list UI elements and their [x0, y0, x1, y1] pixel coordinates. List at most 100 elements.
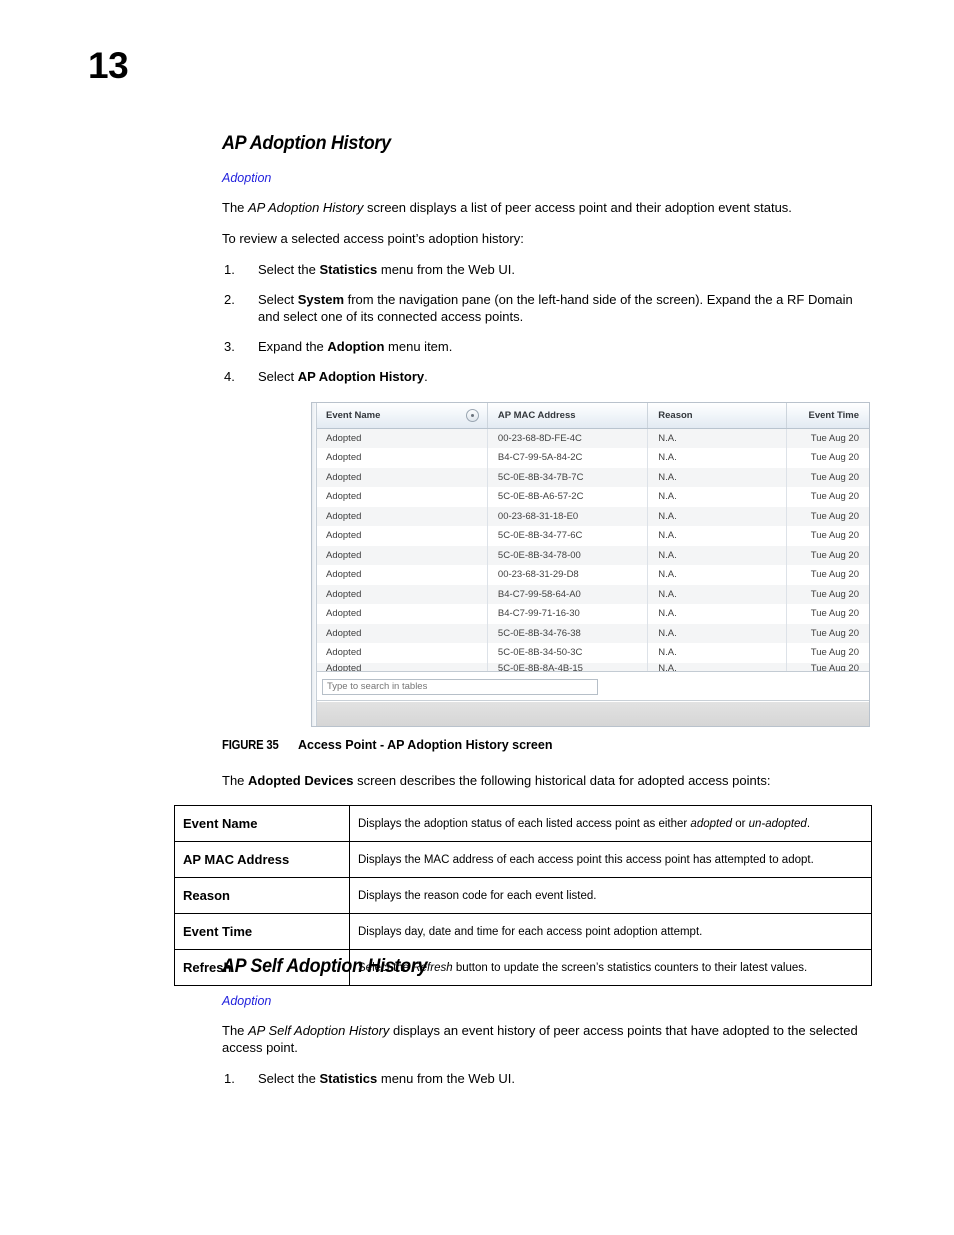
step-number: 1.	[224, 262, 235, 277]
subhead-link-adoption-secondary[interactable]: Adoption	[222, 994, 874, 1008]
cell-event-time: Tue Aug 20	[810, 647, 859, 659]
step-text-post: menu item.	[384, 339, 453, 354]
column-header-reason[interactable]: Reason	[647, 403, 787, 429]
cell-ap-mac-address: 5C-0E-8B-34-78-00	[487, 545, 649, 565]
table-row[interactable]: Adopted 5C-0E-8B-8A-4B-15 N.A. Tue Aug 2…	[316, 662, 869, 672]
desc-pre: Displays the MAC address of each access …	[358, 853, 814, 866]
cell-event-time: Tue Aug 20	[810, 627, 859, 639]
list-item: 4. Select AP Adoption History.	[222, 368, 874, 385]
cell-ap-mac-address: B4-C7-99-58-64-A0	[487, 584, 649, 604]
table-row[interactable]: Adopted 5C-0E-8B-34-7B-7C N.A. Tue Aug 2…	[316, 467, 869, 487]
intro-text-pre: The	[222, 200, 249, 215]
step-number: 1.	[224, 1071, 235, 1086]
step-text-post: from the navigation pane (on the left-ha…	[258, 292, 853, 324]
table-row[interactable]: Adopted 00-23-68-8D-FE-4C N.A. Tue Aug 2…	[316, 428, 869, 448]
cell-ap-mac-address: 5C-0E-8B-34-7B-7C	[487, 467, 649, 487]
adoption-history-table-viewport: Event Name AP MAC Address Reason Event T…	[316, 403, 869, 672]
cell-ap-mac-address: 5C-0E-8B-A6-57-2C	[487, 487, 649, 507]
table-row[interactable]: Adopted 5C-0E-8B-34-78-00 N.A. Tue Aug 2…	[316, 545, 869, 565]
table-row[interactable]: Adopted B4-C7-99-71-16-30 N.A. Tue Aug 2…	[316, 604, 869, 624]
list-item: 1. Select the Statistics menu from the We…	[222, 1070, 874, 1087]
table-search-row	[316, 672, 869, 701]
cell-event-time: Tue Aug 20	[810, 549, 859, 561]
description-intro-wrap: The Adopted Devices screen describes the…	[222, 772, 874, 803]
field-label: Event Name	[174, 805, 350, 842]
field-description: Displays the adoption status of each lis…	[349, 805, 872, 842]
cell-event-time: Tue Aug 20	[810, 452, 859, 464]
cell-event-time: Tue Aug 20	[810, 510, 859, 522]
desc-em-2: un-adopted	[748, 817, 807, 830]
cell-event-name: Adopted	[316, 643, 488, 663]
step-number: 4.	[224, 369, 235, 384]
table-row[interactable]: Adopted 5C-0E-8B-34-77-6C N.A. Tue Aug 2…	[316, 526, 869, 546]
cell-reason: N.A.	[647, 526, 787, 546]
cell-reason: N.A.	[647, 565, 787, 585]
cell-ap-mac-address: 5C-0E-8B-34-76-38	[487, 623, 649, 643]
cell-event-name: Adopted	[316, 584, 488, 604]
cell-event-name: Adopted	[316, 526, 488, 546]
desc-pre: Displays the reason code for each event …	[358, 889, 597, 902]
sort-circle-icon[interactable]	[465, 409, 479, 422]
intro-text-post: screen displays a list of peer access po…	[363, 200, 792, 215]
intro-text-pre: The	[222, 1023, 249, 1038]
table-row[interactable]: Adopted 00-23-68-31-29-D8 N.A. Tue Aug 2…	[316, 565, 869, 585]
cell-ap-mac-address: B4-C7-99-5A-84-2C	[487, 448, 649, 468]
step-text-bold: System	[297, 292, 344, 307]
panel-left-rail	[312, 403, 317, 726]
chapter-number: 13	[88, 45, 129, 86]
column-header-label: Event Name	[326, 410, 381, 421]
page-title: AP Adoption History	[222, 132, 391, 154]
cell-reason: N.A.	[647, 506, 787, 526]
table-row[interactable]: Adopted 5C-0E-8B-A6-57-2C N.A. Tue Aug 2…	[316, 487, 869, 507]
table-body: Adopted 00-23-68-8D-FE-4C N.A. Tue Aug 2…	[316, 428, 869, 672]
cell-event-name: Adopted	[316, 428, 488, 448]
adoption-history-table: Event Name AP MAC Address Reason Event T…	[316, 403, 869, 672]
field-label: AP MAC Address	[174, 841, 350, 878]
cell-reason: N.A.	[647, 662, 787, 671]
cell-event-name: Adopted	[316, 662, 488, 671]
step-text-post: .	[424, 369, 428, 384]
table-row[interactable]: Adopted B4-C7-99-5A-84-2C N.A. Tue Aug 2…	[316, 448, 869, 468]
figure-screenshot: Event Name AP MAC Address Reason Event T…	[311, 402, 870, 727]
column-header-ap-mac-address[interactable]: AP MAC Address	[487, 403, 649, 429]
cell-event-time: Tue Aug 20	[810, 530, 859, 542]
table-row[interactable]: Adopted 5C-0E-8B-34-50-3C N.A. Tue Aug 2…	[316, 643, 869, 663]
cell-event-name: Adopted	[316, 448, 488, 468]
field-description: Displays the MAC address of each access …	[349, 841, 872, 878]
intro-text-emphasis: AP Self Adoption History	[248, 1023, 390, 1038]
column-header-event-name[interactable]: Event Name	[316, 403, 488, 429]
table-row[interactable]: Adopted 5C-0E-8B-34-76-38 N.A. Tue Aug 2…	[316, 623, 869, 643]
column-header-event-time[interactable]: Event Time	[786, 403, 869, 429]
step-text-post: menu from the Web UI.	[377, 1071, 516, 1086]
steps-list-secondary: 1. Select the Statistics menu from the We…	[222, 1070, 874, 1087]
page-title-secondary: AP Self Adoption History	[222, 955, 428, 977]
table-header: Event Name AP MAC Address Reason Event T…	[316, 403, 869, 429]
field-description: Displays the reason code for each event …	[349, 877, 872, 914]
field-description: Displays day, date and time for each acc…	[349, 913, 872, 950]
cell-event-time: Tue Aug 20	[810, 471, 859, 483]
cell-event-time: Tue Aug 20	[810, 662, 859, 672]
desc-intro-bold: Adopted Devices	[248, 773, 354, 788]
step-text-post: menu from the Web UI.	[377, 262, 516, 277]
steps-list: 1. Select the Statistics menu from the We…	[222, 261, 874, 385]
cell-event-time: Tue Aug 20	[810, 588, 859, 600]
step-text-pre: Select	[258, 369, 298, 384]
search-input[interactable]	[322, 678, 598, 695]
subhead-link-adoption[interactable]: Adoption	[222, 171, 874, 185]
desc-post: .	[806, 817, 811, 830]
table-header-row: Event Name AP MAC Address Reason Event T…	[316, 403, 869, 429]
cell-event-time: Tue Aug 20	[810, 433, 859, 444]
cell-reason: N.A.	[647, 428, 787, 448]
step-text-pre: Select the	[258, 262, 320, 277]
description-intro: The Adopted Devices screen describes the…	[222, 772, 874, 789]
desc-pre: Displays the adoption status of each lis…	[358, 817, 691, 830]
cell-ap-mac-address: 5C-0E-8B-8A-4B-15	[487, 662, 649, 671]
step-text-pre: Select	[258, 292, 298, 307]
figure-caption: FIGURE 35 Access Point - AP Adoption His…	[222, 738, 552, 752]
table-row[interactable]: Adopted B4-C7-99-58-64-A0 N.A. Tue Aug 2…	[316, 584, 869, 604]
field-label: Event Time	[174, 913, 350, 950]
cell-ap-mac-address: 5C-0E-8B-34-50-3C	[487, 643, 649, 663]
intro-paragraph: The AP Adoption History screen displays …	[222, 199, 874, 216]
table-row[interactable]: Adopted 00-23-68-31-18-E0 N.A. Tue Aug 2…	[316, 506, 869, 526]
cell-event-time: Tue Aug 20	[810, 608, 859, 620]
